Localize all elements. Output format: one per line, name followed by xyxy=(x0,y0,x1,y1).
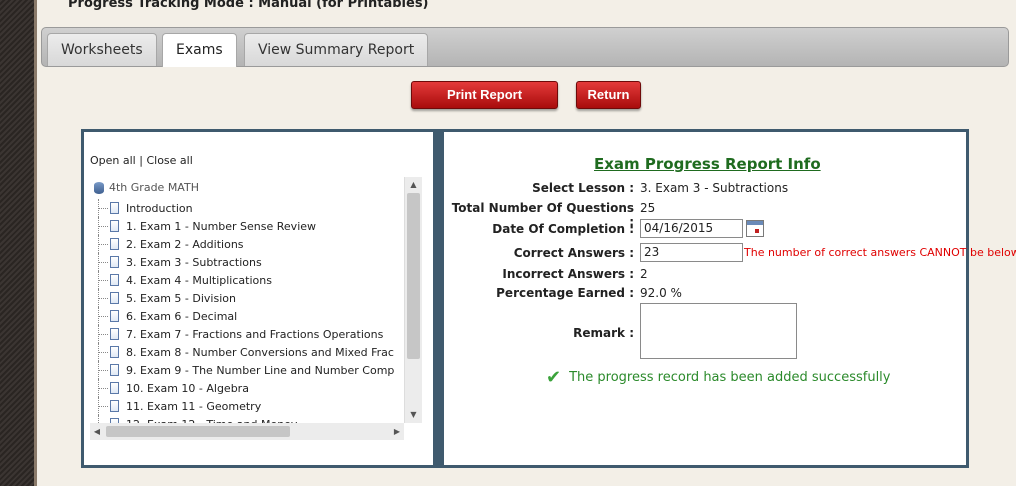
tree-item-exam-7[interactable]: 7. Exam 7 - Fractions and Fractions Oper… xyxy=(98,325,394,343)
database-icon xyxy=(94,181,104,194)
tree-item-label: 11. Exam 11 - Geometry xyxy=(126,399,262,413)
progress-tracking-mode-text: Progress Tracking Mode : Manual (for Pri… xyxy=(68,0,429,11)
page-icon xyxy=(110,328,119,340)
remark-textarea[interactable] xyxy=(640,303,797,359)
tree-item-label: 1. Exam 1 - Number Sense Review xyxy=(126,219,317,233)
scroll-up-arrow-icon[interactable]: ▲ xyxy=(405,177,422,193)
tree-root-label: 4th Grade MATH xyxy=(109,181,199,194)
tree-item-label: 8. Exam 8 - Number Conversions and Mixed… xyxy=(126,345,394,359)
return-button[interactable]: Return xyxy=(576,81,641,109)
page-icon xyxy=(110,382,119,394)
tree-item-label: 7. Exam 7 - Fractions and Fractions Oper… xyxy=(126,327,384,341)
page-icon xyxy=(110,400,119,412)
page-left-border xyxy=(0,0,37,486)
date-of-completion-label: Date Of Completion : xyxy=(492,222,634,236)
tree-vertical-scrollbar[interactable]: ▲ ▼ xyxy=(404,177,422,423)
tree-item-label: 5. Exam 5 - Division xyxy=(126,291,236,305)
report-title: Exam Progress Report Info xyxy=(594,155,821,173)
correct-answers-label: Correct Answers : xyxy=(513,246,634,260)
page-icon xyxy=(110,292,119,304)
tab-worksheets[interactable]: Worksheets xyxy=(47,33,157,66)
scroll-thumb[interactable] xyxy=(106,426,290,437)
tree-item-exam-10[interactable]: 10. Exam 10 - Algebra xyxy=(98,379,394,397)
tree-item-exam-6[interactable]: 6. Exam 6 - Decimal xyxy=(98,307,394,325)
tab-view-summary-report[interactable]: View Summary Report xyxy=(244,33,429,66)
page-icon xyxy=(110,274,119,286)
tree-item-label: 2. Exam 2 - Additions xyxy=(126,237,244,251)
tree-item-exam-4[interactable]: 4. Exam 4 - Multiplications xyxy=(98,271,394,289)
total-questions-value: 25 xyxy=(640,201,656,215)
tree-item-introduction[interactable]: Introduction xyxy=(98,199,394,217)
tree-item-label: 6. Exam 6 - Decimal xyxy=(126,309,238,323)
lesson-tree: 4th Grade MATH Introduction 1. Exam 1 - … xyxy=(90,177,410,441)
tree-controls: Open all | Close all xyxy=(90,154,193,167)
page-icon xyxy=(110,256,119,268)
date-of-completion-field[interactable]: 04/16/2015 xyxy=(640,219,743,238)
print-report-button[interactable]: Print Report xyxy=(411,81,558,109)
tree-item-exam-5[interactable]: 5. Exam 5 - Division xyxy=(98,289,394,307)
scroll-right-arrow-icon[interactable]: ▶ xyxy=(390,423,404,440)
remark-label: Remark : xyxy=(573,326,634,340)
tree-controls-separator: | xyxy=(139,154,143,167)
exam-report-panel: Open all | Close all 4th Grade MATH Intr… xyxy=(81,129,1016,468)
tab-exams[interactable]: Exams xyxy=(162,33,237,67)
close-all-link[interactable]: Close all xyxy=(146,154,192,167)
page-icon xyxy=(110,346,119,358)
calendar-icon[interactable] xyxy=(746,220,764,237)
tree-item-label: Introduction xyxy=(126,201,193,215)
correct-answers-field[interactable]: 23 xyxy=(640,243,743,262)
tree-item-exam-8[interactable]: 8. Exam 8 - Number Conversions and Mixed… xyxy=(98,343,394,361)
page-icon xyxy=(110,220,119,232)
tree-item-label: 10. Exam 10 - Algebra xyxy=(126,381,249,395)
page-icon xyxy=(110,202,119,214)
tree-root[interactable]: 4th Grade MATH xyxy=(94,181,199,194)
tab-bar: Worksheets Exams View Summary Report xyxy=(41,27,1009,67)
select-lesson-label: Select Lesson : xyxy=(532,181,634,195)
scroll-thumb[interactable] xyxy=(407,193,420,359)
tree-item-exam-9[interactable]: 9. Exam 9 - The Number Line and Number C… xyxy=(98,361,394,379)
tree-item-exam-3[interactable]: 3. Exam 3 - Subtractions xyxy=(98,253,394,271)
incorrect-answers-label: Incorrect Answers : xyxy=(502,267,634,281)
open-all-link[interactable]: Open all xyxy=(90,154,136,167)
correct-answers-error: The number of correct answers CANNOT be … xyxy=(744,246,1016,259)
select-lesson-value: 3. Exam 3 - Subtractions xyxy=(640,181,789,195)
checkmark-icon: ✔ xyxy=(546,367,562,388)
scroll-left-arrow-icon[interactable]: ◀ xyxy=(90,423,104,440)
success-message: ✔ The progress record has been added suc… xyxy=(546,367,890,388)
page-icon xyxy=(110,310,119,322)
incorrect-answers-value: 2 xyxy=(640,267,648,281)
tree-item-exam-11[interactable]: 11. Exam 11 - Geometry xyxy=(98,397,394,415)
percentage-earned-label: Percentage Earned : xyxy=(496,286,634,300)
tree-item-label: 3. Exam 3 - Subtractions xyxy=(126,255,262,269)
page-icon xyxy=(110,364,119,376)
tree-item-label: 9. Exam 9 - The Number Line and Number C… xyxy=(126,363,395,377)
tree-item-label: 4. Exam 4 - Multiplications xyxy=(126,273,272,287)
success-text: The progress record has been added succe… xyxy=(569,370,891,385)
scroll-down-arrow-icon[interactable]: ▼ xyxy=(405,407,422,423)
tree-item-exam-1[interactable]: 1. Exam 1 - Number Sense Review xyxy=(98,217,394,235)
percentage-earned-value: 92.0 % xyxy=(640,286,682,300)
tree-horizontal-scrollbar[interactable]: ◀ ▶ xyxy=(90,423,404,440)
page-icon xyxy=(110,238,119,250)
tree-list: Introduction 1. Exam 1 - Number Sense Re… xyxy=(98,199,394,433)
tree-item-exam-2[interactable]: 2. Exam 2 - Additions xyxy=(98,235,394,253)
panel-divider xyxy=(433,132,444,465)
